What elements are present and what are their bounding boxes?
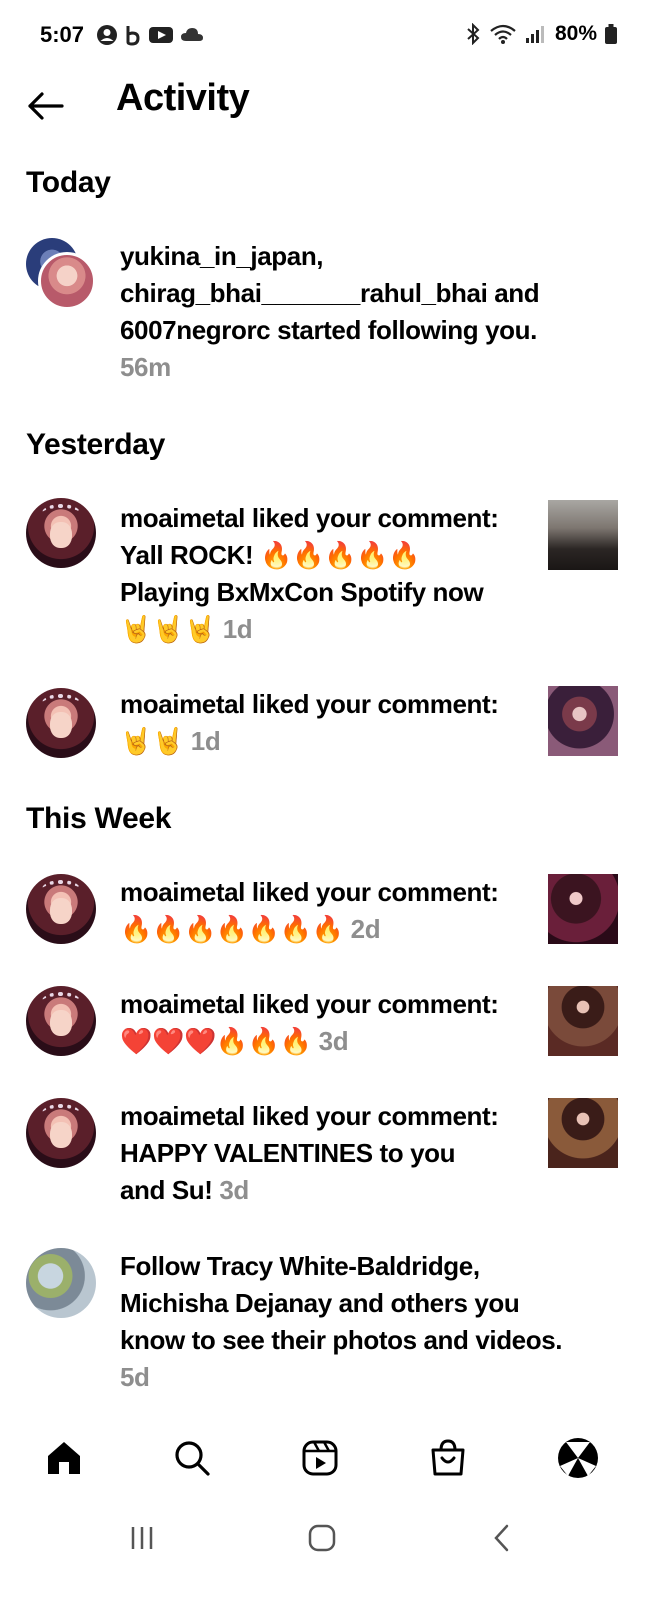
wifi-icon [490,24,516,44]
notification-text: yukina_in_japan, chirag_bhai_______rahul… [120,238,600,386]
username[interactable]: moaimetal [120,503,245,533]
notification-text: moaimetal liked your comment: 🔥🔥🔥🔥🔥🔥🔥 2d [120,874,540,948]
comment-text: 🔥🔥🔥🔥🔥🔥🔥 [120,914,351,944]
back-chevron-icon [494,1524,509,1552]
comment-text: ❤️❤️❤️🔥🔥🔥 [120,1026,319,1056]
notification-like[interactable]: moaimetal liked your comment: ❤️❤️❤️🔥🔥🔥 … [0,986,655,1066]
username[interactable]: yukina_in_japan, [120,238,600,275]
comment-text: HAPPY VALENTINES to you [120,1138,456,1168]
notification-action: liked your comment: [245,689,499,719]
notification-line: Michisha Dejanay and others you [120,1288,520,1318]
post-thumbnail[interactable] [548,686,618,756]
notification-line: chirag_bhai_______rahul_bhai and [120,278,540,308]
home-circle-icon [308,1524,336,1552]
post-thumbnail[interactable] [548,1098,618,1168]
notification-text: moaimetal liked your comment: ❤️❤️❤️🔥🔥🔥 … [120,986,540,1060]
timestamp: 2d [350,914,381,944]
timestamp: 5d [120,1362,150,1392]
notification-line: Follow Tracy White-Baldridge, [120,1251,480,1281]
notification-action: liked your comment: [245,503,499,533]
notification-text: Follow Tracy White-Baldridge, Michisha D… [120,1248,600,1396]
username[interactable]: moaimetal [120,689,245,719]
back-system-button[interactable] [482,1518,522,1558]
notification-action: liked your comment: [245,1101,499,1131]
tab-home[interactable] [40,1434,88,1482]
notification-follow[interactable]: yukina_in_japan, chirag_bhai_______rahul… [0,238,655,388]
comment-text: 🤘🤘 [120,726,191,756]
youtube-icon [149,27,173,43]
comment-text: Playing BxMxCon Spotify now [120,577,484,607]
avatar-stack[interactable] [26,238,98,310]
account-icon [97,25,117,45]
status-time: 5:07 [40,22,85,47]
username[interactable]: moaimetal [120,877,245,907]
home-system-button[interactable] [302,1518,342,1558]
notification-line: know to see their photos and videos. [120,1325,563,1355]
notification-text: moaimetal liked your comment: 🤘🤘 1d [120,686,540,760]
comment-text: 🤘🤘🤘 [120,614,223,644]
notification-like[interactable]: moaimetal liked your comment: 🔥🔥🔥🔥🔥🔥🔥 2d [0,874,655,954]
tab-reels[interactable] [296,1434,344,1482]
avatar[interactable] [26,498,96,568]
timestamp: 56m [120,352,171,382]
profile-icon [558,1438,598,1478]
shop-icon [431,1439,465,1476]
notification-like[interactable]: moaimetal liked your comment: 🤘🤘 1d [0,686,655,768]
section-yesterday: Yesterday [26,428,166,461]
home-icon [48,1442,80,1474]
avatar[interactable] [26,688,96,758]
comment-text: Yall ROCK! 🔥🔥🔥🔥🔥 [120,540,420,570]
system-navigation-bar [0,1500,655,1600]
notification-action: liked your comment: [245,877,499,907]
avatar[interactable] [26,874,96,944]
avatar[interactable] [26,986,96,1056]
tab-search[interactable] [168,1434,216,1482]
avatar[interactable] [26,1098,96,1168]
status-bar: 5:07 80% [0,0,655,72]
battery-percent: 80% [554,22,597,45]
notification-like[interactable]: moaimetal liked your comment: Yall ROCK!… [0,498,655,658]
recents-button[interactable] [122,1518,162,1558]
activity-header: Activity [0,72,655,142]
b-icon [126,26,140,46]
avatar [38,252,96,310]
section-this-week: This Week [26,802,172,835]
bluetooth-icon [467,23,480,45]
comment-text: and Su! [120,1175,220,1205]
notification-text: moaimetal liked your comment: Yall ROCK!… [120,500,540,648]
post-thumbnail[interactable] [548,874,618,944]
signal-icon [525,26,544,43]
section-today: Today [26,166,111,199]
back-arrow-icon [28,92,64,120]
notification-like[interactable]: moaimetal liked your comment: HAPPY VALE… [0,1098,655,1218]
notification-line: 6007negrorc started following you. [120,315,537,345]
timestamp: 1d [222,614,253,644]
post-thumbnail[interactable] [548,500,618,570]
status-right: 80% [465,22,617,46]
recents-icon [131,1527,153,1549]
tab-shop[interactable] [424,1434,472,1482]
tab-profile[interactable] [554,1434,602,1482]
notification-suggestion[interactable]: Follow Tracy White-Baldridge, Michisha D… [0,1248,655,1398]
timestamp: 1d [190,726,221,756]
avatar[interactable] [26,1248,96,1318]
notification-text: moaimetal liked your comment: HAPPY VALE… [120,1098,540,1209]
back-button[interactable] [24,84,68,128]
timestamp: 3d [318,1026,349,1056]
search-icon [175,1441,210,1476]
username[interactable]: moaimetal [120,1101,245,1131]
battery-icon [605,24,617,44]
username[interactable]: moaimetal [120,989,245,1019]
timestamp: 3d [219,1175,249,1205]
post-thumbnail[interactable] [548,986,618,1056]
notification-action: liked your comment: [245,989,499,1019]
cloud-icon [181,28,203,41]
status-notification-icons [96,24,204,46]
bottom-tab-bar [0,1420,655,1500]
page-title: Activity [116,77,250,119]
reels-icon [302,1440,338,1476]
